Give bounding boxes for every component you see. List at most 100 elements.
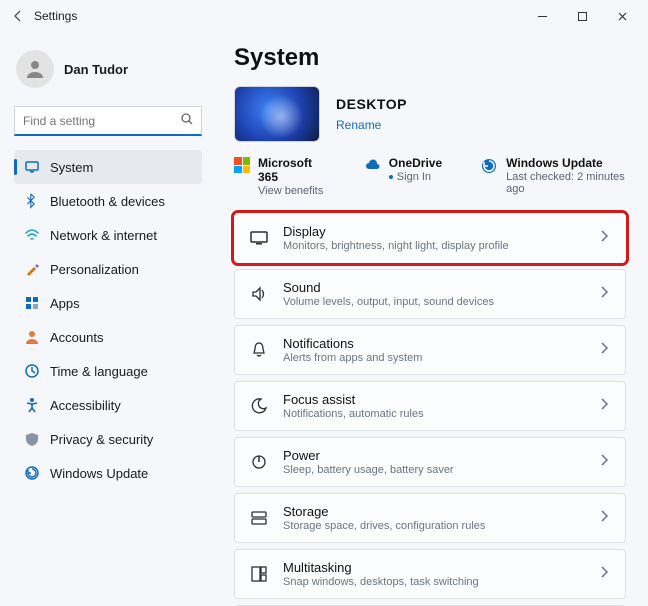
chevron-right-icon [597, 228, 611, 249]
nav-label: Time & language [50, 364, 148, 379]
card-subtitle: Storage space, drives, configuration rul… [283, 520, 583, 532]
tile-subtitle: Last checked: 2 minutes ago [506, 171, 626, 195]
nav-item-clock[interactable]: Time & language [14, 354, 202, 388]
search-icon [180, 112, 193, 130]
tile-subtitle: View benefits [258, 185, 325, 197]
card-bell[interactable]: Notifications Alerts from apps and syste… [234, 325, 626, 375]
quick-tiles: Microsoft 365 View benefits OneDrive Sig… [234, 156, 626, 197]
back-button[interactable] [6, 4, 30, 28]
card-subtitle: Sleep, battery usage, battery saver [283, 464, 583, 476]
nav-item-accessibility[interactable]: Accessibility [14, 388, 202, 422]
bluetooth-icon [24, 193, 40, 209]
nav-label: Bluetooth & devices [50, 194, 165, 209]
card-title: Multitasking [283, 560, 583, 575]
chevron-right-icon [597, 452, 611, 473]
chevron-right-icon [597, 396, 611, 417]
nav-label: Network & internet [50, 228, 157, 243]
microsoft-365-icon [234, 157, 250, 175]
card-title: Storage [283, 504, 583, 519]
nav-item-system[interactable]: System [14, 150, 202, 184]
apps-icon [24, 295, 40, 311]
search-input[interactable] [14, 106, 202, 136]
chevron-right-icon [597, 340, 611, 361]
accessibility-icon [24, 397, 40, 413]
nav-label: Privacy & security [50, 432, 153, 447]
nav-label: Accessibility [50, 398, 121, 413]
tile-onedrive[interactable]: OneDrive Sign In [363, 156, 442, 183]
nav-label: Windows Update [50, 466, 148, 481]
brush-icon [24, 261, 40, 277]
chevron-right-icon [597, 284, 611, 305]
card-subtitle: Snap windows, desktops, task switching [283, 576, 583, 588]
card-multitask[interactable]: Multitasking Snap windows, desktops, tas… [234, 549, 626, 599]
user-name: Dan Tudor [64, 62, 128, 77]
nav-label: Personalization [50, 262, 139, 277]
tile-subtitle: Sign In [389, 171, 442, 183]
nav-list: System Bluetooth & devices Network & inter… [14, 150, 202, 490]
main-panel: System DESKTOP Rename Microsoft 365 View… [210, 32, 648, 606]
card-title: Display [283, 224, 583, 239]
card-subtitle: Monitors, brightness, night light, displ… [283, 240, 583, 252]
tile-title: Windows Update [506, 156, 626, 170]
close-button[interactable] [602, 2, 642, 30]
nav-item-shield[interactable]: Privacy & security [14, 422, 202, 456]
card-title: Notifications [283, 336, 583, 351]
wifi-icon [24, 227, 40, 243]
device-name: DESKTOP [336, 96, 407, 112]
tile-title: OneDrive [389, 156, 442, 170]
nav-item-person[interactable]: Accounts [14, 320, 202, 354]
nav-item-apps[interactable]: Apps [14, 286, 202, 320]
card-subtitle: Alerts from apps and system [283, 352, 583, 364]
settings-window: Settings Dan Tudor System Bluetooth & dev… [0, 0, 648, 606]
card-title: Focus assist [283, 392, 583, 407]
windows-update-icon [480, 157, 498, 175]
chevron-right-icon [597, 564, 611, 585]
device-row: DESKTOP Rename [234, 86, 626, 142]
user-block[interactable]: Dan Tudor [16, 50, 202, 88]
minimize-button[interactable] [522, 2, 562, 30]
card-title: Power [283, 448, 583, 463]
card-subtitle: Notifications, automatic rules [283, 408, 583, 420]
rename-link[interactable]: Rename [336, 118, 407, 132]
nav-item-brush[interactable]: Personalization [14, 252, 202, 286]
tile-title: Microsoft 365 [258, 156, 325, 184]
multitask-icon [249, 564, 269, 584]
shield-icon [24, 431, 40, 447]
onedrive-icon [363, 157, 381, 175]
power-icon [249, 452, 269, 472]
nav-item-update[interactable]: Windows Update [14, 456, 202, 490]
sidebar: Dan Tudor System Bluetooth & devices Netwo… [0, 32, 210, 606]
update-icon [24, 465, 40, 481]
nav-item-wifi[interactable]: Network & internet [14, 218, 202, 252]
card-subtitle: Volume levels, output, input, sound devi… [283, 296, 583, 308]
moon-icon [249, 396, 269, 416]
search-field[interactable] [23, 114, 180, 128]
display-icon [249, 228, 269, 248]
card-sound[interactable]: Sound Volume levels, output, input, soun… [234, 269, 626, 319]
chevron-right-icon [597, 508, 611, 529]
nav-label: System [50, 160, 93, 175]
system-icon [24, 159, 40, 175]
storage-icon [249, 508, 269, 528]
avatar-icon [16, 50, 54, 88]
wallpaper-thumbnail[interactable] [234, 86, 320, 142]
maximize-button[interactable] [562, 2, 602, 30]
nav-item-bluetooth[interactable]: Bluetooth & devices [14, 184, 202, 218]
bell-icon [249, 340, 269, 360]
tile-microsoft-365[interactable]: Microsoft 365 View benefits [234, 156, 325, 197]
titlebar: Settings [0, 0, 648, 32]
card-moon[interactable]: Focus assist Notifications, automatic ru… [234, 381, 626, 431]
person-icon [24, 329, 40, 345]
sound-icon [249, 284, 269, 304]
nav-label: Accounts [50, 330, 103, 345]
nav-label: Apps [50, 296, 80, 311]
clock-icon [24, 363, 40, 379]
card-display[interactable]: Display Monitors, brightness, night ligh… [234, 213, 626, 263]
card-title: Sound [283, 280, 583, 295]
page-heading: System [234, 44, 626, 72]
card-power[interactable]: Power Sleep, battery usage, battery save… [234, 437, 626, 487]
card-storage[interactable]: Storage Storage space, drives, configura… [234, 493, 626, 543]
settings-card-list: Display Monitors, brightness, night ligh… [234, 213, 626, 606]
tile-windows-update[interactable]: Windows Update Last checked: 2 minutes a… [480, 156, 626, 195]
window-title: Settings [34, 9, 77, 23]
